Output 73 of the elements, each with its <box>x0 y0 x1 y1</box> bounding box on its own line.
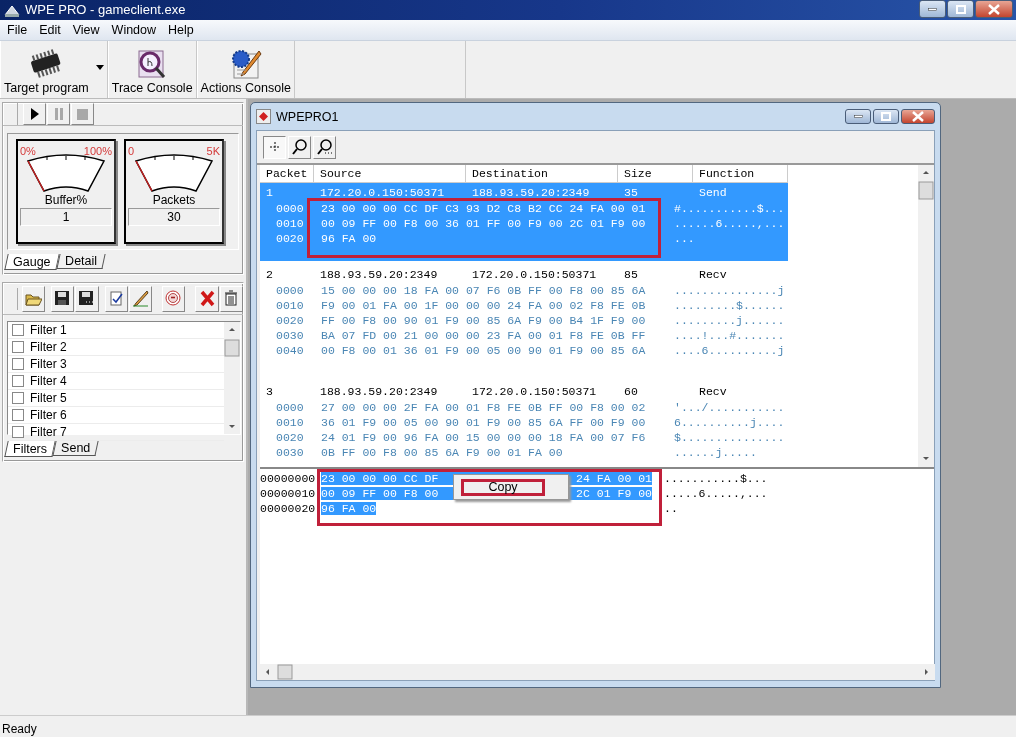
gauge-title: Packets <box>152 193 196 207</box>
hex-bytes: 23 00 00 00 CC DF <box>321 472 439 485</box>
hex-bytes: 23 00 00 00 CC DF C3 93 D2 C8 B2 CC 24 FA 00 01 <box>321 202 646 215</box>
ascii-text: ....6..........j <box>674 344 785 357</box>
hex-offset: 00000010 <box>260 487 316 500</box>
packet-function: Send <box>699 185 727 199</box>
gauge-min-label: 0% <box>20 145 36 157</box>
ascii-text: .........$...... <box>674 299 785 312</box>
hex-bytes: 36 01 F9 00 05 00 90 01 F9 00 85 6A FF 00 F9 00 <box>321 416 646 429</box>
gauge-title: Buffer% <box>44 193 88 207</box>
hex-offset: 00000020 <box>260 502 316 515</box>
ascii-text: ...............j <box>674 284 785 297</box>
hex-bytes: 15 00 00 00 18 FA 00 07 F6 0B FF 00 F8 00 85 6A <box>321 284 646 297</box>
ascii-text: $............... <box>674 431 785 444</box>
hex-bytes: 24 FA 00 01 <box>576 472 652 485</box>
hex-bytes: 00 09 FF 00 F8 00 36 01 FF 00 F9 00 2C 01 F9 00 <box>321 217 646 230</box>
ascii-text: ...........$... <box>664 472 768 485</box>
ascii-text: 6..........j.... <box>674 416 785 429</box>
ascii-text: ......6.....,... <box>674 217 785 230</box>
destination-address: 188.93.59.20:2349 <box>472 185 590 199</box>
source-address: 188.93.59.20:2349 <box>320 384 438 398</box>
packet-number: 2 <box>266 267 273 281</box>
hex-offset: 0010 <box>276 299 304 312</box>
window-title: WPE PRO - gameclient.exe <box>25 1 186 19</box>
ascii-text: #...........$... <box>674 202 785 215</box>
gauge-reading: 1 <box>20 208 112 226</box>
ascii-text: ....!...#....... <box>674 329 785 342</box>
hex-bytes: 0B FF 00 F8 00 85 6A F9 00 01 FA 00 <box>321 446 563 459</box>
hex-bytes: 2C 01 F9 00 <box>576 487 652 500</box>
hex-bytes: FF 00 F8 00 90 01 F9 00 85 6A F9 00 B4 1F F9 00 <box>321 314 646 327</box>
destination-address: 172.20.0.150:50371 <box>472 267 597 281</box>
hex-bytes: 27 00 00 00 2F FA 00 01 F8 FE 0B FF 00 F8 00 02 <box>321 401 646 414</box>
hex-bytes: 96 FA 00 <box>321 232 377 245</box>
window-title: WPEPRO1 <box>276 109 339 124</box>
gauge-min-label: 0 <box>128 145 135 157</box>
packet-size: 60 <box>624 384 638 398</box>
packet-number: 1 <box>266 185 273 199</box>
ascii-text: .. <box>664 502 678 515</box>
ascii-text: ......j..... <box>674 446 757 459</box>
ascii-text: .........j...... <box>674 314 785 327</box>
source-address: 188.93.59.20:2349 <box>320 267 438 281</box>
hex-offset: 0030 <box>276 329 304 342</box>
hex-offset: 0010 <box>276 217 304 230</box>
destination-address: 172.20.0.150:50371 <box>472 384 597 398</box>
gauge-reading: 30 <box>128 208 220 226</box>
hex-offset: 0000 <box>276 202 304 215</box>
gauge-max-label: 5K <box>206 145 220 157</box>
hex-bytes: 24 01 F9 00 96 FA 00 15 00 00 00 18 FA 00 07 F6 <box>321 431 646 444</box>
source-address: 172.20.0.150:50371 <box>320 185 445 199</box>
hex-bytes: F9 00 01 FA 00 1F 00 00 00 24 FA 00 02 F8 FE 0B <box>321 299 646 312</box>
hex-offset: 0010 <box>276 416 304 429</box>
packet-size: 85 <box>624 267 638 281</box>
hex-bytes: 00 F8 00 01 36 01 F9 00 05 00 90 01 F9 00 85 6A <box>321 344 646 357</box>
status-text: Ready <box>2 721 37 737</box>
hex-offset: 0020 <box>276 232 304 245</box>
gauge-max-label: 100% <box>83 145 112 157</box>
hex-offset: 0030 <box>276 446 304 459</box>
packet-function: Recv <box>699 267 727 281</box>
hex-offset: 0020 <box>276 431 304 444</box>
hex-offset: 0000 <box>276 401 304 414</box>
hex-offset: 00000000 <box>260 472 316 485</box>
packet-function: Recv <box>699 384 727 398</box>
packet-size: 35 <box>624 185 638 199</box>
hex-bytes: BA 07 FD 00 21 00 00 00 23 FA 00 01 F8 FE 0B FF <box>321 329 646 342</box>
ascii-text: ... <box>674 232 695 245</box>
hex-offset: 0040 <box>276 344 304 357</box>
hex-bytes: 00 09 FF 00 F8 00 <box>321 487 439 500</box>
ascii-text: '.../........... <box>674 401 785 414</box>
ascii-text: .....6.....,... <box>664 487 768 500</box>
hex-offset: 0020 <box>276 314 304 327</box>
packet-number: 3 <box>266 384 273 398</box>
hex-offset: 0000 <box>276 284 304 297</box>
hex-bytes: 96 FA 00 <box>321 502 377 515</box>
